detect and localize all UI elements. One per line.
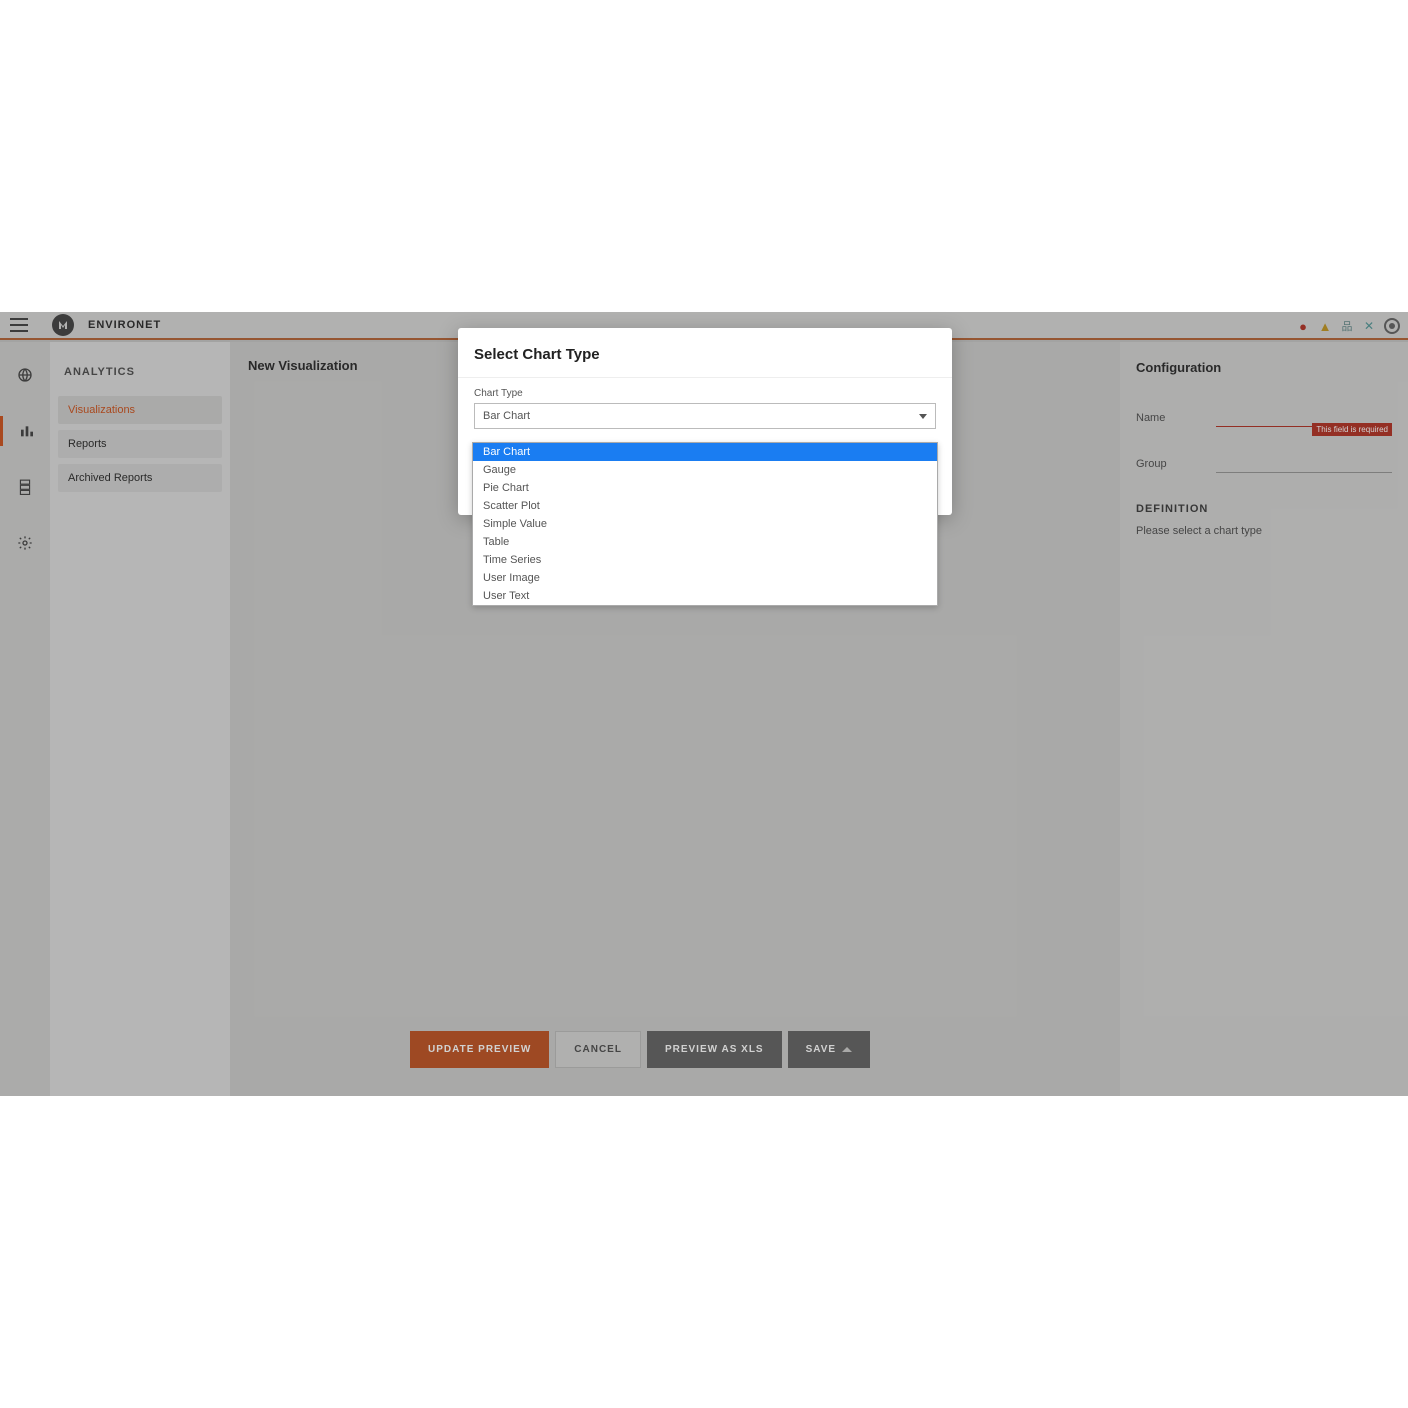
dropdown-option[interactable]: Pie Chart xyxy=(473,479,937,497)
save-button[interactable]: SAVE xyxy=(788,1031,871,1068)
dropdown-option[interactable]: User Image xyxy=(473,569,937,587)
name-error-badge: This field is required xyxy=(1312,423,1392,436)
modal-header: Select Chart Type xyxy=(458,328,952,378)
topbar-status-icons: ● ▲ 品 ✕ xyxy=(1296,312,1400,340)
page-title: New Visualization xyxy=(248,358,358,373)
alert-circle-icon[interactable]: ● xyxy=(1296,319,1310,333)
tools-icon[interactable]: ✕ xyxy=(1362,319,1376,333)
dropdown-option[interactable]: Simple Value xyxy=(473,515,937,533)
group-label: Group xyxy=(1136,458,1216,470)
button-label: CANCEL xyxy=(574,1044,622,1055)
sidebar: ANALYTICS Visualizations Reports Archive… xyxy=(50,342,230,1096)
dropdown-option[interactable]: Table xyxy=(473,533,937,551)
bar-chart-icon xyxy=(19,423,35,439)
sidebar-item-reports[interactable]: Reports xyxy=(58,430,222,458)
user-icon[interactable] xyxy=(1384,318,1400,334)
definition-text: Please select a chart type xyxy=(1136,525,1392,537)
warning-triangle-icon[interactable]: ▲ xyxy=(1318,319,1332,333)
modal-body: Chart Type Bar Chart xyxy=(458,378,952,445)
sidebar-item-label: Archived Reports xyxy=(68,472,152,484)
button-label: UPDATE PREVIEW xyxy=(428,1044,531,1055)
select-value: Bar Chart xyxy=(483,410,530,422)
chart-type-select[interactable]: Bar Chart xyxy=(474,403,936,429)
rail-item-settings[interactable] xyxy=(0,528,50,558)
group-field-row: Group xyxy=(1136,455,1392,473)
gear-icon xyxy=(17,535,33,551)
name-label: Name xyxy=(1136,412,1216,424)
app-logo[interactable] xyxy=(52,314,74,336)
caret-up-icon xyxy=(842,1047,852,1052)
dropdown-option[interactable]: Time Series xyxy=(473,551,937,569)
dropdown-option[interactable]: Scatter Plot xyxy=(473,497,937,515)
server-icon xyxy=(17,479,33,495)
chart-type-dropdown: Bar Chart Gauge Pie Chart Scatter Plot S… xyxy=(472,442,938,606)
definition-heading: DEFINITION xyxy=(1136,503,1392,515)
network-icon[interactable]: 品 xyxy=(1340,319,1354,333)
update-preview-button[interactable]: UPDATE PREVIEW xyxy=(410,1031,549,1068)
sidebar-item-visualizations[interactable]: Visualizations xyxy=(58,396,222,424)
brand-name: ENVIRONET xyxy=(88,319,161,331)
chart-type-label: Chart Type xyxy=(474,388,936,399)
config-panel: Configuration Name This field is require… xyxy=(1120,342,1408,1096)
sidebar-title: ANALYTICS xyxy=(64,366,216,378)
name-field-row: Name This field is required xyxy=(1136,409,1392,427)
dropdown-option[interactable]: User Text xyxy=(473,587,937,605)
dropdown-option[interactable]: Bar Chart xyxy=(473,443,937,461)
sidebar-item-label: Visualizations xyxy=(68,404,135,416)
globe-icon xyxy=(17,367,33,383)
group-input[interactable] xyxy=(1216,455,1392,473)
rail-item-analytics[interactable] xyxy=(0,416,50,446)
cancel-button[interactable]: CANCEL xyxy=(555,1031,641,1068)
rail-item-server[interactable] xyxy=(0,472,50,502)
config-title: Configuration xyxy=(1136,360,1392,375)
button-label: SAVE xyxy=(806,1044,837,1055)
sidebar-item-label: Reports xyxy=(68,438,107,450)
button-label: PREVIEW AS XLS xyxy=(665,1044,764,1055)
action-bar: UPDATE PREVIEW CANCEL PREVIEW AS XLS SAV… xyxy=(410,1031,870,1068)
modal-title: Select Chart Type xyxy=(474,346,936,363)
dropdown-option[interactable]: Gauge xyxy=(473,461,937,479)
menu-icon[interactable] xyxy=(10,318,28,332)
preview-as-xls-button[interactable]: PREVIEW AS XLS xyxy=(647,1031,782,1068)
nav-rail xyxy=(0,342,50,1096)
rail-item-globe[interactable] xyxy=(0,360,50,390)
sidebar-item-archived-reports[interactable]: Archived Reports xyxy=(58,464,222,492)
